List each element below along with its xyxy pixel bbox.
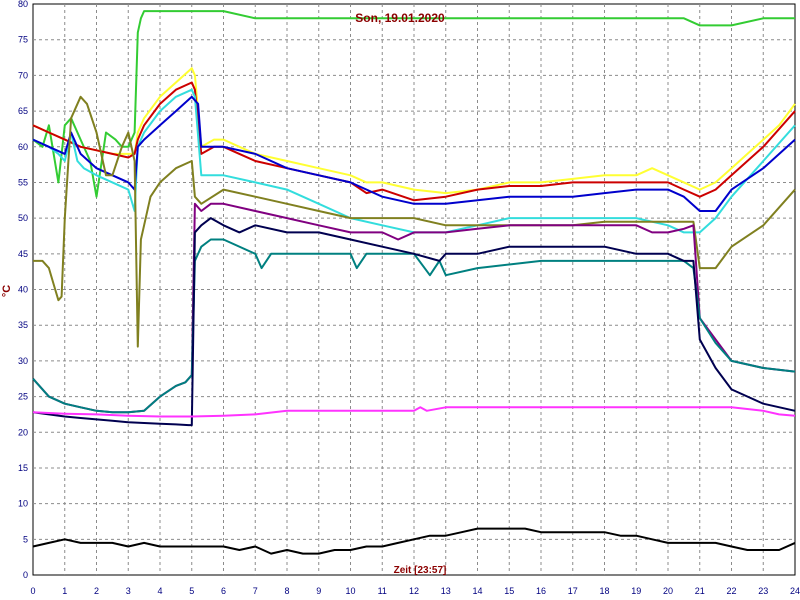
- x-tick-label-11: 11: [378, 586, 387, 596]
- x-tick-label-2: 2: [94, 586, 99, 596]
- x-tick-label-9: 9: [316, 586, 321, 596]
- y-tick-label-13: 65: [18, 106, 28, 116]
- x-tick-label-13: 13: [441, 586, 451, 596]
- y-tick-label-15: 75: [18, 35, 28, 45]
- y-axis-label: °C: [1, 285, 13, 297]
- x-tick-label-14: 14: [472, 586, 482, 596]
- x-tick-label-23: 23: [758, 586, 768, 596]
- y-tick-label-14: 70: [18, 70, 28, 80]
- x-tick-label-16: 16: [536, 586, 546, 596]
- x-tick-label-3: 3: [126, 586, 131, 596]
- x-tick-label-10: 10: [345, 586, 355, 596]
- x-tick-label-22: 22: [726, 586, 736, 596]
- y-tick-label-3: 15: [18, 463, 28, 473]
- y-tick-label-7: 35: [18, 320, 28, 330]
- y-tick-label-4: 20: [18, 427, 28, 437]
- x-tick-label-8: 8: [284, 586, 289, 596]
- chart-root: 0 1 2 3 4 5 6 7 8 9 10 11 12 13 14 15 16 17 18 19 20 21 22 23 24…: [0, 0, 800, 600]
- x-tick-label-20: 20: [663, 586, 673, 596]
- y-tick-label-11: 55: [18, 177, 28, 187]
- x-tick-label-24: 24: [790, 586, 800, 596]
- y-tick-label-10: 50: [18, 213, 28, 223]
- x-tick-label-18: 18: [599, 586, 609, 596]
- x-tick-label-17: 17: [568, 586, 578, 596]
- y-tick-label-5: 25: [18, 392, 28, 402]
- x-axis-label: Zeit [23:57]: [394, 565, 447, 576]
- x-tick-label-5: 5: [189, 586, 194, 596]
- y-tick-label-12: 60: [18, 142, 28, 152]
- y-tick-label-1: 5: [23, 534, 28, 544]
- y-tick-label-16: 80: [18, 0, 28, 9]
- y-tick-label-0: 0: [23, 570, 28, 580]
- x-tick-label-7: 7: [253, 586, 258, 596]
- x-tick-label-6: 6: [221, 586, 226, 596]
- x-tick-label-21: 21: [695, 586, 705, 596]
- y-tick-label-9: 45: [18, 249, 28, 259]
- y-tick-label-2: 10: [18, 499, 28, 509]
- x-tick-label-4: 4: [157, 586, 162, 596]
- chart-title: Son, 19.01.2020: [355, 11, 445, 25]
- y-tick-label-6: 30: [18, 356, 28, 366]
- y-tick-label-8: 40: [18, 285, 28, 295]
- x-tick-label-15: 15: [504, 586, 514, 596]
- x-tick-label-0: 0: [30, 586, 35, 596]
- plot-area: 0 1 2 3 4 5 6 7 8 9 10 11 12 13 14 15 16 17 18 19 20 21 22 23 24…: [1, 0, 800, 596]
- x-tick-label-19: 19: [631, 586, 641, 596]
- x-tick-label-12: 12: [409, 586, 419, 596]
- x-tick-label-1: 1: [62, 586, 67, 596]
